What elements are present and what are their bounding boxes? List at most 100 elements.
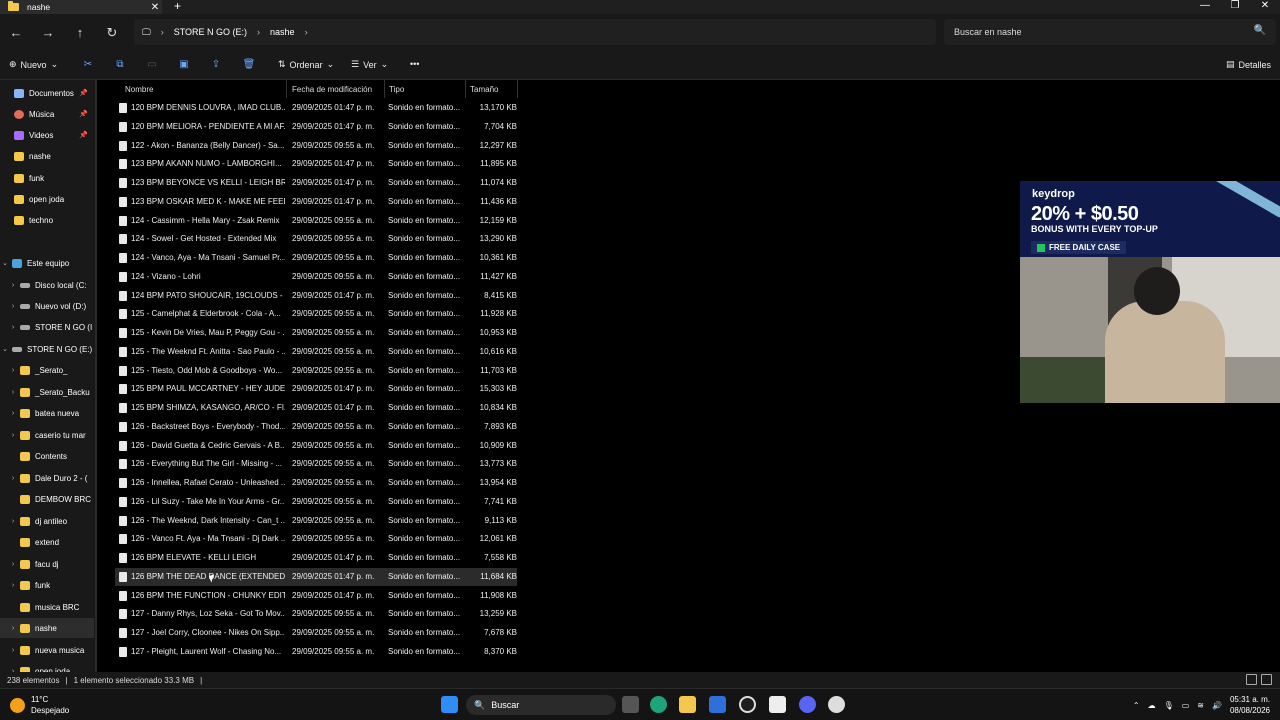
start-icon[interactable] [441,696,458,713]
chevron-down-icon[interactable]: ⌄ [0,259,10,267]
sidebar-item[interactable]: › batea nueva [0,403,94,423]
sidebar-item[interactable]: techno [0,210,94,230]
sidebar-item[interactable]: Videos 📌 [0,125,94,145]
chevron-right-icon[interactable]: › [8,410,18,417]
sidebar-item[interactable]: Música 📌 [0,104,94,124]
file-row[interactable]: 123 BPM AKANN NUMO - LAMBORGHI... 29/09/2… [115,155,517,173]
chevron-right-icon[interactable]: › [8,367,18,374]
mail-icon[interactable] [709,696,726,713]
sidebar-item[interactable]: › facu dj [0,554,94,574]
chevron-right-icon[interactable]: › [8,625,18,632]
file-row[interactable]: 120 BPM DENNIS LOUVRA , IMAD CLUB... 29/0… [115,99,517,117]
sidebar-item[interactable]: › dj antileo [0,511,94,531]
maximize-button[interactable]: ❐ [1220,0,1250,12]
forward-button[interactable]: → [39,24,57,42]
chevron-right-icon[interactable]: › [8,561,18,568]
file-row[interactable]: 126 - The Weeknd, Dark Intensity - Can_t… [115,512,517,530]
file-row[interactable]: 124 - Vanco, Aya - Ma Tnsani - Samuel Pr… [115,249,517,267]
document-icon[interactable] [769,696,786,713]
file-row[interactable]: 125 - The Weeknd Ft. Anitta - Sao Paulo … [115,343,517,361]
file-row[interactable]: 123 BPM OSKAR MED K - MAKE ME FEEL ... 29… [115,193,517,211]
file-row[interactable]: 126 - Everything But The Girl - Missing … [115,455,517,473]
sidebar-item[interactable]: Documentos 📌 [0,83,94,103]
details-view-icon[interactable] [1246,674,1257,685]
settings-icon[interactable] [828,696,845,713]
sidebar-item[interactable]: › Dale Duro 2 - ( [0,468,94,488]
sidebar-item[interactable]: › nashe [0,618,94,638]
file-row[interactable]: 122 - Akon - Bananza (Belly Dancer) - Sa… [115,137,517,155]
file-row[interactable]: 126 BPM ELEVATE - KELLI LEIGH 29/09/2025 … [115,549,517,567]
chevron-right-icon[interactable]: › [8,389,18,396]
delete-icon[interactable]: 🗑 [242,59,256,73]
sidebar-item[interactable]: open joda [0,189,94,209]
file-row[interactable]: 125 - Camelphat & Elderbrook - Cola - A.… [115,305,517,323]
view-button[interactable]: ☰ Ver ⌄ [351,59,388,70]
column-type[interactable]: Tipo [389,85,404,94]
chrome-icon[interactable] [739,696,756,713]
search-box[interactable]: Buscar en nashe 🔍 [944,19,1276,45]
sidebar-item[interactable]: musica BRC [0,597,94,617]
chevron-right-icon[interactable]: › [8,518,18,525]
file-row[interactable]: 126 - Vanco Ft. Aya - Ma Tnsani - Dj Dar… [115,530,517,548]
file-row[interactable]: 125 - Tiesto, Odd Mob & Goodboys - Wo...… [115,362,517,380]
column-date[interactable]: Fecha de modificación [292,85,372,94]
sort-button[interactable]: ⇅ Ordenar ⌄ [278,59,334,70]
copy-icon[interactable]: ⧉ [113,59,127,73]
column-name[interactable]: Nombre [125,85,153,94]
sidebar-item[interactable]: nashe [0,146,94,166]
cut-icon[interactable]: ✂ [81,59,95,73]
file-explorer-icon[interactable] [679,696,696,713]
file-row[interactable]: 127 - Pleight, Laurent Wolf - Chasing No… [115,643,517,661]
chevron-right-icon[interactable]: › [8,282,18,289]
microphone-icon[interactable]: 🎙 [1164,701,1174,710]
file-row[interactable]: 126 BPM THE DEAD DANCE (EXTENDED) ... 29/… [115,567,517,586]
close-window-button[interactable]: ✕ [1250,0,1280,12]
file-row[interactable]: 126 - David Guetta & Cedric Gervais - A … [115,437,517,455]
file-row[interactable]: 126 - Lil Suzy - Take Me In Your Arms - … [115,493,517,511]
file-row[interactable]: 124 - Vizano - Lohri 29/09/2025 09:55 a. … [115,268,517,286]
sidebar-item[interactable]: › Disco local (C: [0,275,94,295]
tab-nashe[interactable]: nashe ✕ [0,0,162,14]
chevron-right-icon[interactable]: › [8,475,18,482]
sidebar-item[interactable]: ⌄ STORE N GO (E:) [0,339,94,359]
sidebar-item[interactable]: DEMBOW BRC [0,489,94,509]
sidebar-item[interactable]: › _Serato_ [0,360,94,380]
file-row[interactable]: 124 - Cassimm - Hella Mary - Zsak Remix 2… [115,212,517,230]
file-row[interactable]: 124 - Sowel - Get Hosted - Extended Mix 2… [115,230,517,248]
file-row[interactable]: 125 BPM SHIMZA, KASANGO, AR/CO - FI... 29… [115,399,517,417]
new-tab-button[interactable]: + [174,0,181,12]
file-row[interactable]: 126 - Backstreet Boys - Everybody - Thod… [115,418,517,436]
file-row[interactable]: 127 - Danny Rhys, Loz Seka - Got To Mov.… [115,605,517,623]
rename-icon[interactable]: ▣ [177,59,191,73]
sidebar-item[interactable]: › nueva musica [0,640,94,660]
search-input[interactable]: Buscar en nashe [954,27,1022,37]
up-button[interactable]: ↑ [71,24,89,42]
file-row[interactable]: 127 - Joel Corry, Cloonee - Nikes On Sip… [115,624,517,642]
share-icon[interactable]: ⇪ [209,59,223,73]
chevron-right-icon[interactable]: › [8,432,18,439]
wifi-icon[interactable]: ≋ [1197,701,1204,710]
column-size[interactable]: Tamaño [470,85,498,94]
sidebar-item[interactable]: Contents [0,446,94,466]
back-button[interactable]: ← [7,24,25,42]
refresh-button[interactable]: ↻ [103,24,121,42]
chevron-right-icon[interactable]: › [8,324,18,331]
task-view-icon[interactable] [622,696,639,713]
discord-icon[interactable] [799,696,816,713]
chevron-right-icon[interactable]: › [8,582,18,589]
minimize-button[interactable]: — [1190,0,1220,12]
sidebar-item[interactable]: › STORE N GO (I [0,317,94,337]
file-row[interactable]: 126 - Innellea, Rafael Cerato - Unleashe… [115,474,517,492]
sidebar-item[interactable]: › Nuevo vol (D:) [0,296,94,316]
sidebar-item[interactable]: › funk [0,575,94,595]
address-bar[interactable]: 🖵 › STORE N GO (E:) › nashe › [134,19,936,45]
more-options-icon[interactable]: ••• [410,59,419,69]
display-icon[interactable]: ▭ [1182,701,1190,710]
sidebar-item[interactable]: › caserio tu mar [0,425,94,445]
chevron-right-icon[interactable]: › [8,303,18,310]
close-tab-icon[interactable]: ✕ [148,2,162,13]
breadcrumb-folder[interactable]: nashe [270,27,295,37]
network-icon[interactable]: ☁ [1148,701,1156,710]
chevron-down-icon[interactable]: ⌄ [0,345,10,353]
edge-icon[interactable] [650,696,667,713]
